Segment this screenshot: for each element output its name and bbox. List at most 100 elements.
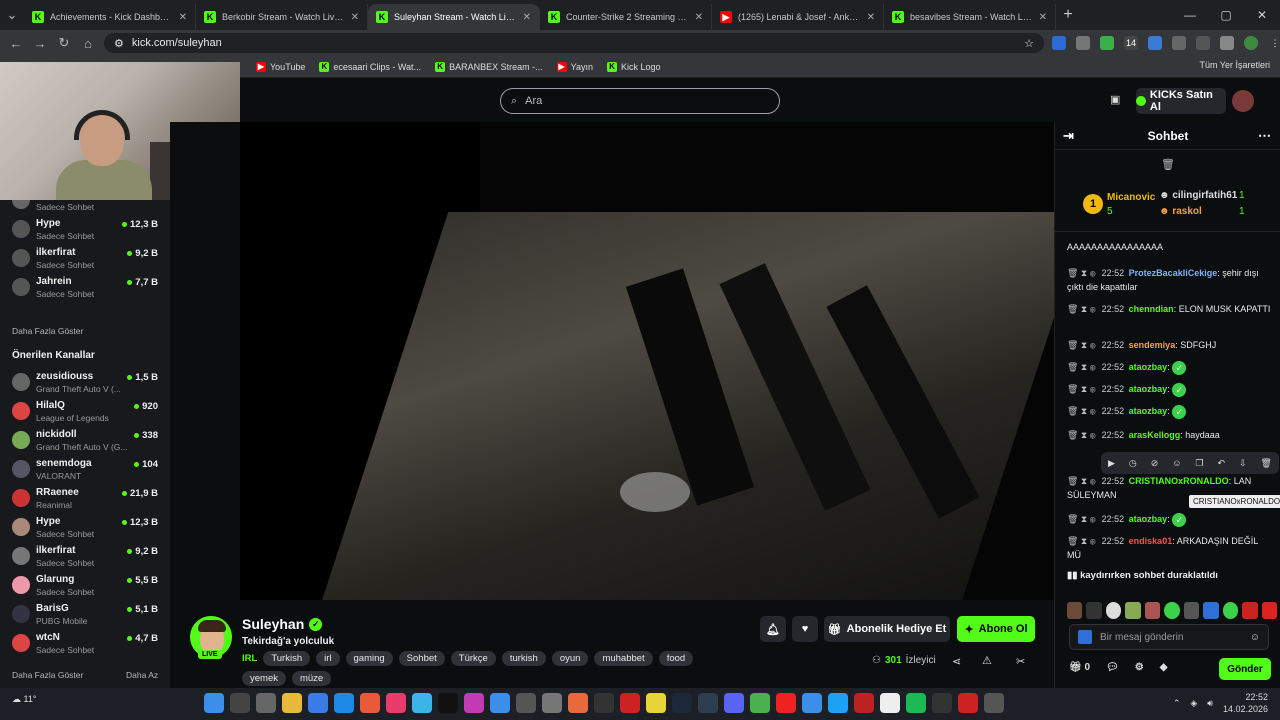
- close-tab-icon[interactable]: ✕: [179, 12, 187, 23]
- bookmark-item[interactable]: Kecesaari Clips - Wat...: [319, 61, 421, 72]
- stream-tag[interactable]: muhabbet: [594, 651, 653, 666]
- message-actions-icon[interactable]: 🗑︎ ⧗ ⊛: [1067, 384, 1096, 394]
- profile-avatar[interactable]: [1244, 36, 1258, 50]
- emote[interactable]: [1222, 602, 1239, 619]
- sidebar-channel[interactable]: Jahrein Sadece Sohbet 7,7 B: [0, 273, 170, 302]
- show-more-link-2[interactable]: Daha Fazla Göster: [12, 670, 83, 680]
- emote[interactable]: [1203, 602, 1219, 619]
- user-avatar[interactable]: [1232, 90, 1254, 112]
- sidebar-channel[interactable]: ilkerfirat Sadece Sohbet 9,2 B: [0, 244, 170, 273]
- stream-tag[interactable]: Turkish: [263, 651, 311, 666]
- chat-message[interactable]: AAAAAAAAAAAAAAAA: [1067, 240, 1273, 254]
- app-icon[interactable]: [828, 693, 848, 713]
- browser-tab[interactable]: K besavibes Stream - Watch Live ✕: [884, 4, 1056, 30]
- emote[interactable]: [1086, 602, 1102, 619]
- emote[interactable]: [1242, 602, 1258, 619]
- network-icon[interactable]: ◈: [1190, 698, 1197, 709]
- chat-username[interactable]: endiska01: [1129, 536, 1173, 546]
- stream-tag[interactable]: turkish: [501, 651, 546, 666]
- volume-icon[interactable]: 🔊︎: [1207, 698, 1213, 709]
- message-actions-icon[interactable]: 🗑︎ ⧗ ⊛: [1067, 514, 1096, 524]
- kicks-buy-button[interactable]: KICKs Satın Al: [1136, 88, 1226, 114]
- video-player[interactable]: [240, 122, 1054, 600]
- search-icon[interactable]: [230, 693, 250, 713]
- emote[interactable]: [1183, 602, 1200, 619]
- reading-list-icon[interactable]: [1196, 36, 1210, 50]
- message-actions-icon[interactable]: 🗑︎ ⧗ ⊛: [1067, 362, 1096, 372]
- browser-tab[interactable]: K Suleyhan Stream - Watch Live o ✕: [368, 4, 540, 30]
- emote[interactable]: [1067, 602, 1083, 619]
- delete-icon[interactable]: 🗑︎: [1260, 458, 1271, 469]
- chat-username[interactable]: ataozbay: [1129, 384, 1168, 394]
- chat-bubble-icon[interactable]: 💬︎: [1106, 662, 1119, 673]
- chat-username[interactable]: CRISTIANOxRONALDO: [1129, 476, 1229, 486]
- brave-icon[interactable]: [360, 693, 380, 713]
- message-actions-icon[interactable]: 🗑︎ ⧗ ⊛: [1067, 268, 1096, 278]
- sidebar-channel[interactable]: Hype Sadece Sohbet 12,3 B: [0, 215, 170, 244]
- instagram-icon[interactable]: [464, 693, 484, 713]
- app-icon[interactable]: [542, 693, 562, 713]
- kicks-icon[interactable]: ◆: [1160, 662, 1168, 673]
- browser-tab[interactable]: K Achievements - Kick Dashboard ✕: [24, 4, 196, 30]
- sidebar-channel[interactable]: BarisG PUBG Mobile 5,1 B: [0, 600, 170, 629]
- app-icon[interactable]: [932, 693, 952, 713]
- app-icon[interactable]: [646, 693, 666, 713]
- extension-icon[interactable]: [1076, 36, 1090, 50]
- back-icon[interactable]: ←: [4, 36, 28, 51]
- edge-icon[interactable]: [412, 693, 432, 713]
- menu-icon[interactable]: ⋮: [1268, 36, 1280, 50]
- close-tab-icon[interactable]: ✕: [523, 12, 531, 23]
- message-actions-icon[interactable]: 🗑︎ ⧗ ⊛: [1067, 536, 1096, 546]
- sidebar-channel[interactable]: RRaenee Reanimal 21,9 B: [0, 484, 170, 513]
- bookmark-item[interactable]: K BARANBEX Stream -...: [435, 61, 543, 72]
- report-icon[interactable]: ⚠: [982, 654, 992, 667]
- sidebar-channel[interactable]: nickidoll Grand Theft Auto V (G... 338: [0, 426, 170, 455]
- browser-tab[interactable]: K Counter-Strike 2 Streaming - Li ✕: [540, 4, 712, 30]
- chat-username[interactable]: sendemiya: [1129, 340, 1176, 350]
- app-icon[interactable]: [880, 693, 900, 713]
- browser-tab[interactable]: ▶ (1265) Lenabi & Josef - Ankara ✕: [712, 4, 884, 30]
- streamer-name[interactable]: Suleyhan ✓: [242, 616, 323, 632]
- chat-message[interactable]: 🗑︎ ⧗ ⊛ 22:52 sendemiya: SDFGHJ: [1067, 338, 1273, 352]
- store-icon[interactable]: ▣: [1110, 93, 1120, 106]
- chat-message[interactable]: 🗑︎ ⧗ ⊛ 22:52 ProtezBacakliCekige: şehir d…: [1067, 266, 1273, 294]
- bookmark-item[interactable]: ▶ YouTube: [256, 61, 305, 72]
- close-tab-icon[interactable]: ✕: [1039, 12, 1047, 23]
- chat-message[interactable]: 🗑︎ ⧗ ⊛ 22:52 ataozbay: ✓: [1067, 382, 1273, 397]
- collapse-chat-icon[interactable]: ⇥: [1063, 128, 1074, 144]
- discord-icon[interactable]: [724, 693, 744, 713]
- message-actions-icon[interactable]: 🗑︎ ⧗ ⊛: [1067, 430, 1096, 440]
- leader-2-name[interactable]: ☻ cilingirfatih61: [1159, 190, 1237, 201]
- sidebar-channel[interactable]: Hype Sadece Sohbet 12,3 B: [0, 513, 170, 542]
- chat-menu-icon[interactable]: ⋯: [1258, 128, 1271, 144]
- close-window-button[interactable]: ✕: [1244, 8, 1280, 22]
- show-more-link[interactable]: Daha Fazla Göster: [12, 326, 83, 336]
- tab-search-icon[interactable]: ⌄: [0, 7, 24, 23]
- stream-tag[interactable]: Sohbet: [398, 651, 445, 666]
- message-actions-icon[interactable]: 🗑︎ ⧗ ⊛: [1067, 304, 1096, 314]
- trash-icon[interactable]: 🗑︎: [1161, 158, 1175, 171]
- app-icon[interactable]: [516, 693, 536, 713]
- browser-tab[interactable]: K Berkobir Stream - Watch Live o ✕: [196, 4, 368, 30]
- settings-icon[interactable]: ⚙: [1135, 662, 1144, 673]
- app-icon[interactable]: [308, 693, 328, 713]
- chat-message-input[interactable]: Bir mesaj gönderin ☺: [1069, 624, 1269, 650]
- app-icon[interactable]: [334, 693, 354, 713]
- stream-tag[interactable]: yemek: [242, 671, 286, 686]
- chrome-icon[interactable]: [750, 693, 770, 713]
- notification-bell-button[interactable]: 🔔︎: [760, 616, 786, 642]
- stream-tag[interactable]: müze: [291, 671, 332, 686]
- sidebar-channel[interactable]: Glarung Sadece Sohbet 5,5 B: [0, 571, 170, 600]
- message-actions-icon[interactable]: 🗑︎ ⧗ ⊛: [1067, 406, 1096, 416]
- tiktok-icon[interactable]: [438, 693, 458, 713]
- stream-tag[interactable]: oyun: [551, 651, 589, 666]
- sidebar-channel[interactable]: zeusidiouss Grand Theft Auto V (... 1,5 …: [0, 368, 170, 397]
- app-icon[interactable]: [984, 693, 1004, 713]
- subscribe-button[interactable]: ✦ Abone Ol: [957, 616, 1035, 642]
- clock[interactable]: 22:52 14.02.2026: [1223, 691, 1268, 715]
- weather-widget[interactable]: ☁ 11°: [12, 694, 36, 705]
- share-icon[interactable]: ⋖: [952, 655, 961, 668]
- bookmark-item[interactable]: K Kick Logo: [606, 61, 661, 72]
- ban-icon[interactable]: ⊘: [1151, 458, 1159, 469]
- extension-icon[interactable]: 14: [1124, 36, 1138, 50]
